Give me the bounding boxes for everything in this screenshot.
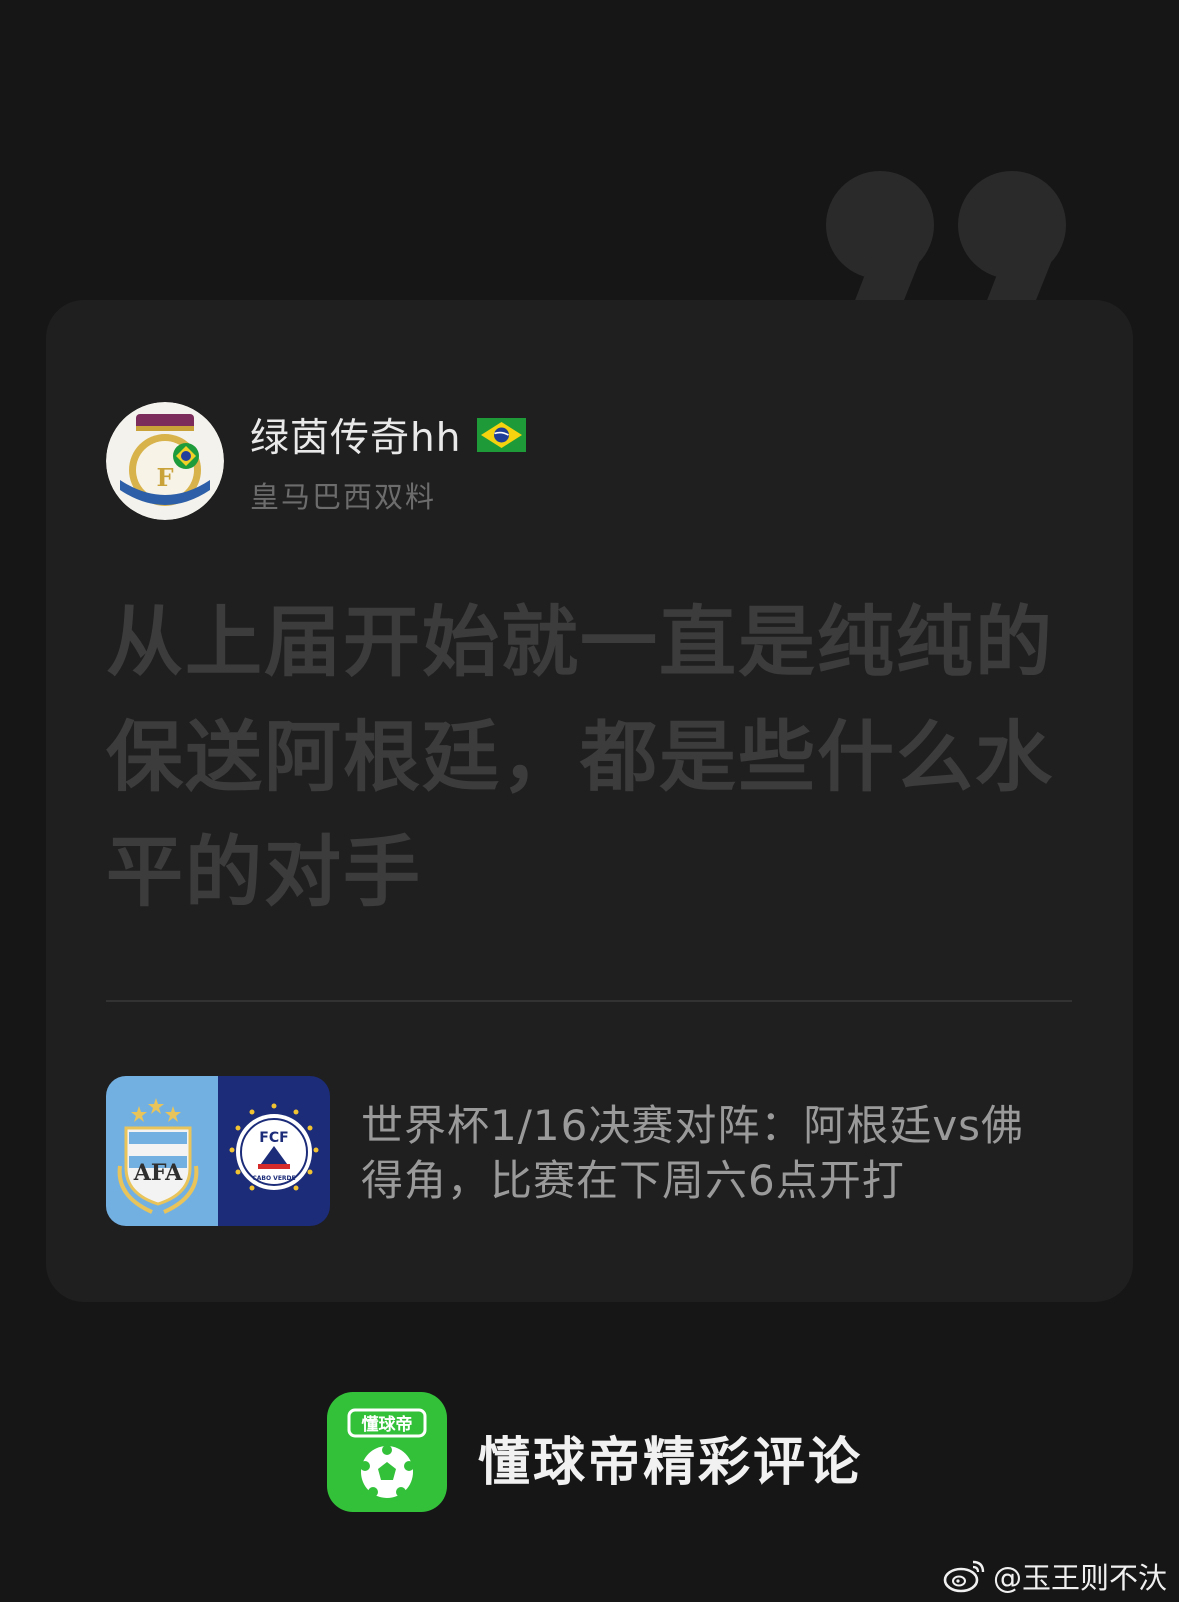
- weibo-icon: [943, 1560, 985, 1593]
- afa-logo-text: AFA: [133, 1160, 183, 1186]
- real-madrid-brazil-crest-avatar: F: [106, 402, 224, 520]
- fcf-logo-text: FCF: [259, 1130, 288, 1146]
- user-avatar[interactable]: F: [106, 402, 224, 520]
- username-row: 绿茵传奇hh: [250, 407, 527, 463]
- dongqiudi-logo: 懂球帝: [327, 1392, 447, 1512]
- soccer-ball-icon: 懂球帝: [347, 1408, 427, 1498]
- user-tag: 皇马巴西双料: [250, 480, 437, 514]
- cabo-verde-logo-text: CABO VERDE: [252, 1175, 295, 1182]
- argentina-afa-crest-icon: AFA: [117, 1098, 199, 1214]
- divider: [106, 1000, 1072, 1002]
- watermark-text: @玉王则不汏: [992, 1561, 1167, 1595]
- comment-text: 从上届开始就一直是纯纯的保送阿根廷，都是些什么水平的对手: [106, 599, 1054, 918]
- cabo-verde-logo-panel: FCF CABO VERDE: [218, 1076, 330, 1226]
- brand-title: 懂球帝精彩评论: [478, 1433, 864, 1493]
- cabo-verde-fcf-crest-icon: FCF CABO VERDE: [229, 1103, 319, 1191]
- brazil-flag-icon: [477, 418, 527, 452]
- logo-text: 懂球帝: [362, 1414, 413, 1435]
- weibo-watermark: @玉王则不汏: [943, 1556, 1167, 1596]
- match-description[interactable]: 世界杯1/16决赛对阵：阿根廷vs佛得角，比赛在下周六6点开打: [361, 1098, 1061, 1208]
- argentina-logo-panel: AFA: [106, 1076, 218, 1226]
- match-badge[interactable]: AFA FCF CABO VERDE: [106, 1076, 330, 1226]
- username[interactable]: 绿茵传奇hh: [250, 407, 461, 463]
- svg-text:F: F: [156, 463, 173, 492]
